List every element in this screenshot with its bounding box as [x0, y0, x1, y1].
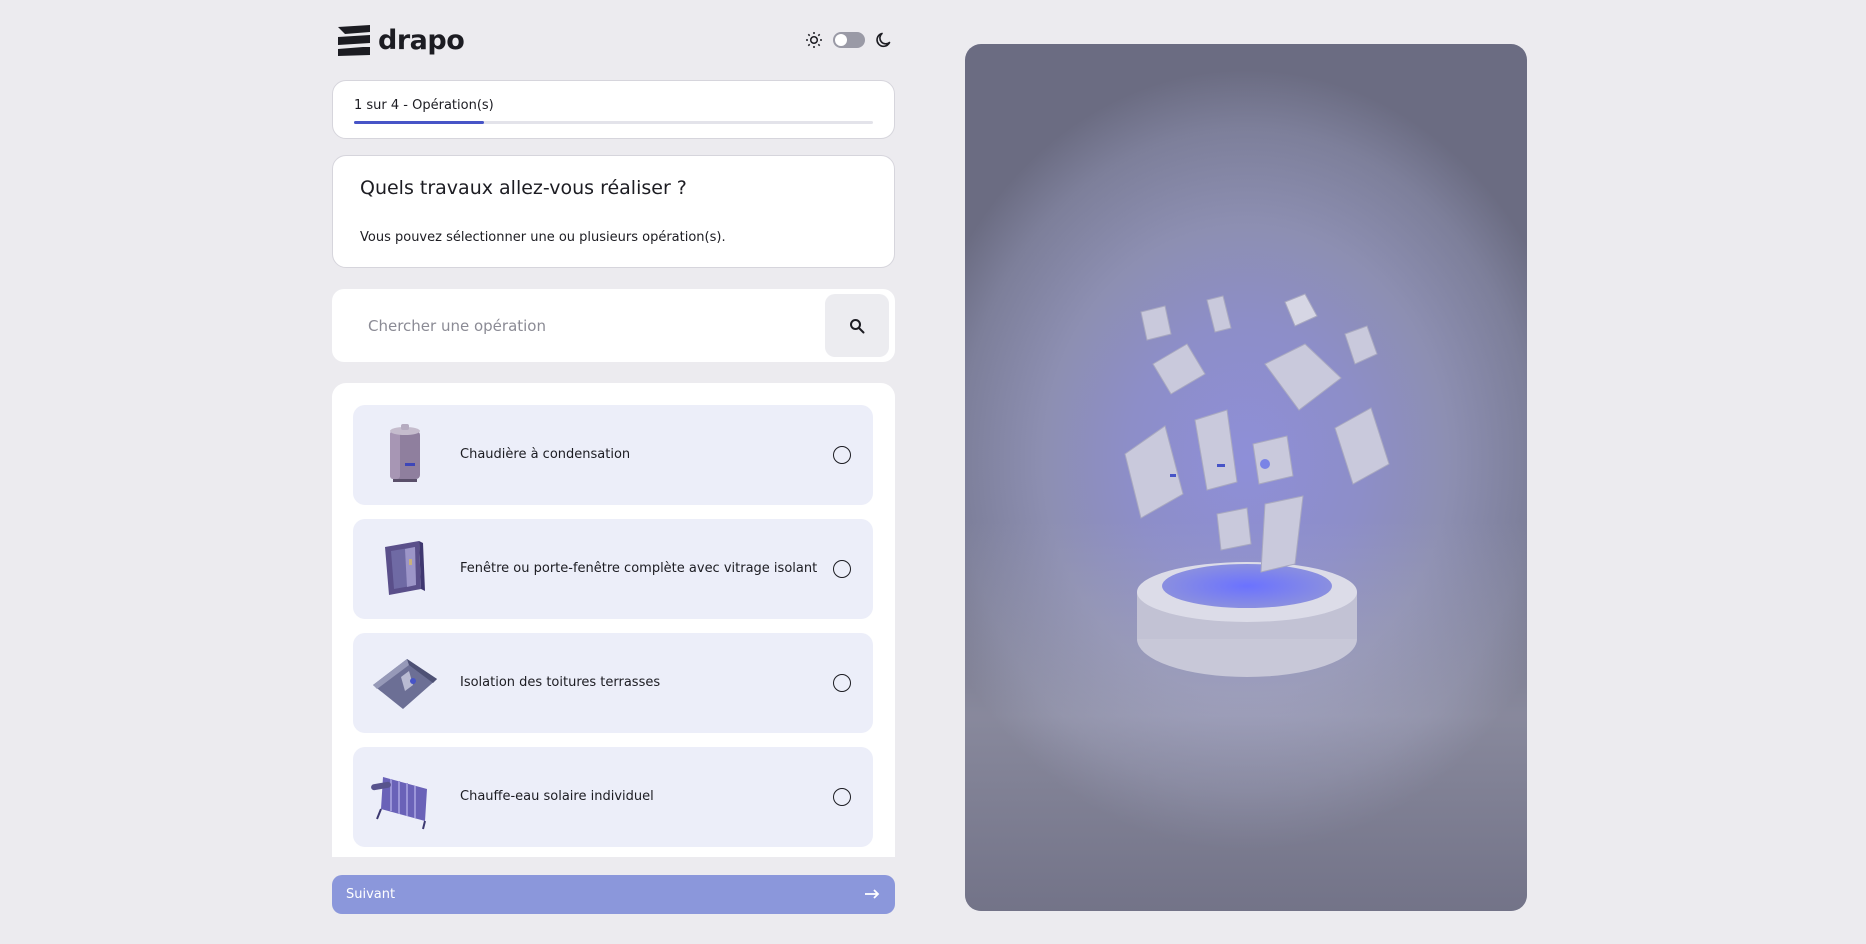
arrow-right-icon	[865, 889, 880, 899]
operation-label: Fenêtre ou porte-fenêtre complète avec v…	[460, 561, 818, 576]
progress-label: 1 sur 4 - Opération(s)	[354, 98, 494, 113]
list-item-solar[interactable]: Chauffe-eau solaire individuel	[353, 747, 873, 847]
theme-switcher	[803, 29, 895, 51]
search-bar	[332, 289, 895, 362]
moon-icon[interactable]	[873, 29, 895, 51]
toggle-knob	[835, 34, 847, 46]
hero-illustration	[965, 44, 1527, 911]
logo[interactable]: drapo	[336, 24, 465, 57]
question-subtitle: Vous pouvez sélectionner une ou plusieur…	[360, 230, 726, 245]
solar-panel-icon	[371, 777, 427, 830]
theme-toggle[interactable]	[833, 32, 865, 48]
drapo-logo-icon	[338, 25, 370, 56]
operation-label: Chaudière à condensation	[460, 447, 631, 462]
next-button[interactable]: Suivant	[332, 875, 895, 914]
list-item-roof[interactable]: Isolation des toitures terrasses	[353, 633, 873, 733]
operation-radio[interactable]	[833, 788, 851, 806]
operation-label: Chauffe-eau solaire individuel	[460, 789, 654, 804]
sun-icon[interactable]	[803, 29, 825, 51]
operation-label: Isolation des toitures terrasses	[460, 675, 661, 690]
question-card: Quels travaux allez-vous réaliser ? Vous…	[332, 155, 895, 268]
header: drapo	[332, 24, 895, 60]
floating-appliances-illustration	[1124, 293, 1390, 677]
operations-list: Chaudière à condensation Fenêtre ou port…	[332, 383, 895, 857]
operation-radio[interactable]	[833, 560, 851, 578]
list-item-boiler[interactable]: Chaudière à condensation	[353, 405, 873, 505]
list-item-window[interactable]: Fenêtre ou porte-fenêtre complète avec v…	[353, 519, 873, 619]
brand-name: drapo	[378, 25, 465, 56]
search-icon	[850, 318, 865, 333]
operation-radio[interactable]	[833, 674, 851, 692]
next-button-label: Suivant	[346, 887, 396, 902]
question-title: Quels travaux allez-vous réaliser ?	[360, 177, 687, 199]
window-icon	[385, 541, 425, 595]
boiler-icon	[390, 424, 420, 482]
search-button[interactable]	[825, 294, 889, 357]
form-column: drapo 1 sur 4 - Opération(s) Quels trava…	[332, 0, 895, 944]
roof-icon	[373, 659, 437, 709]
progress-fill	[354, 121, 484, 124]
search-input[interactable]	[352, 303, 742, 348]
progress-card: 1 sur 4 - Opération(s)	[332, 80, 895, 139]
progress-track	[354, 121, 873, 124]
operation-radio[interactable]	[833, 446, 851, 464]
